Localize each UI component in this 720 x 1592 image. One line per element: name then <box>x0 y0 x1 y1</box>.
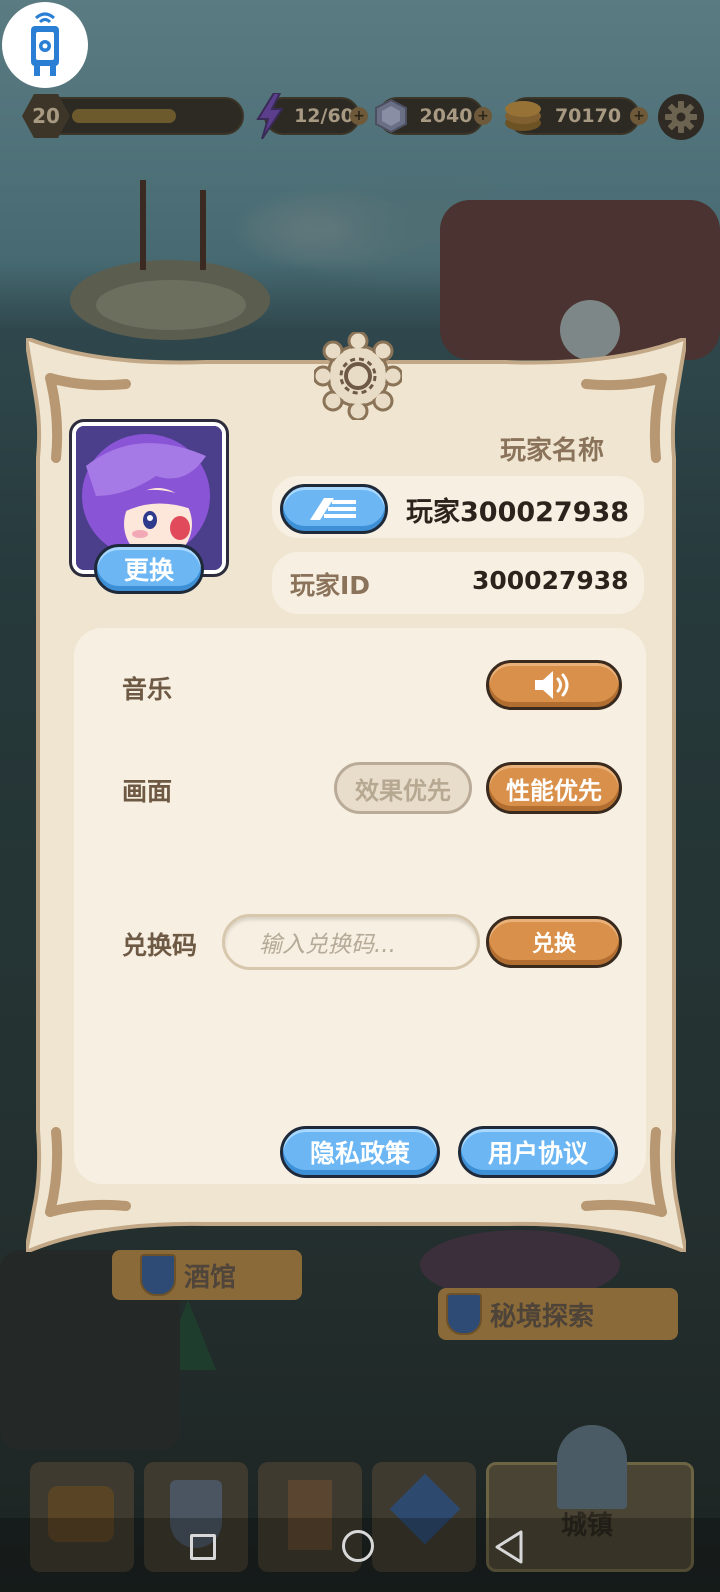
app-shortcut-button[interactable] <box>2 2 88 88</box>
player-name-value: 玩家300027938 <box>406 497 630 528</box>
gear-icon <box>665 101 697 133</box>
home-button[interactable] <box>342 1530 374 1562</box>
shield-icon <box>140 1254 176 1296</box>
edit-name-icon <box>310 498 356 520</box>
lightning-icon <box>256 93 284 139</box>
player-id-value: 300027938 <box>472 566 629 595</box>
graphics-performance-button[interactable]: 性能优先 <box>486 762 622 814</box>
change-avatar-button[interactable]: 更换 <box>94 544 204 594</box>
flag-pole <box>200 190 206 270</box>
back-button[interactable] <box>494 1530 524 1564</box>
shield-icon <box>446 1293 482 1335</box>
music-label: 音乐 <box>122 675 173 704</box>
app-shortcut-icon <box>31 12 59 76</box>
redeem-label: 兑换码 <box>122 931 198 960</box>
town-hall-icon <box>557 1425 627 1509</box>
secret-explore-sign[interactable]: 秘境探索 <box>438 1288 678 1340</box>
energy-value: 12/60 <box>294 105 354 127</box>
xp-progress-fill <box>72 109 176 123</box>
redeem-button[interactable]: 兑换 <box>486 916 622 968</box>
energy-plus-icon[interactable]: + <box>350 107 368 125</box>
coin-plus-icon[interactable]: + <box>630 107 648 125</box>
settings-card <box>74 628 646 1184</box>
recent-apps-button[interactable] <box>190 1534 216 1560</box>
user-agreement-button[interactable]: 用户协议 <box>458 1126 618 1178</box>
rename-button[interactable] <box>280 484 388 534</box>
speaker-icon <box>535 671 569 699</box>
graphics-quality-button[interactable]: 效果优先 <box>334 762 472 814</box>
tavern-sign[interactable]: 酒馆 <box>112 1250 302 1300</box>
settings-gear-emblem <box>314 332 402 420</box>
player-id-label: 玩家ID <box>290 571 371 600</box>
graphics-label: 画面 <box>122 777 173 806</box>
privacy-policy-button[interactable]: 隐私政策 <box>280 1126 440 1178</box>
secret-explore-label: 秘境探索 <box>490 1301 595 1332</box>
gem-plus-icon[interactable]: + <box>474 107 492 125</box>
redeem-code-input[interactable]: 输入兑换码... <box>222 914 480 970</box>
tavern-label: 酒馆 <box>184 1262 237 1293</box>
settings-button[interactable] <box>658 94 704 140</box>
coin-counter[interactable]: 70170 + <box>505 97 648 135</box>
coin-value: 70170 <box>554 105 622 127</box>
gem-value: 2040 <box>419 105 473 127</box>
gem-icon <box>375 99 407 133</box>
gem-counter[interactable]: 2040 + <box>375 97 492 135</box>
coin-icon <box>505 101 541 131</box>
energy-counter[interactable]: 12/60 + <box>256 93 368 139</box>
island-plaza <box>96 280 246 330</box>
flag-pole <box>140 180 146 270</box>
music-toggle[interactable] <box>486 660 622 710</box>
player-name-label: 玩家名称 <box>500 436 605 466</box>
